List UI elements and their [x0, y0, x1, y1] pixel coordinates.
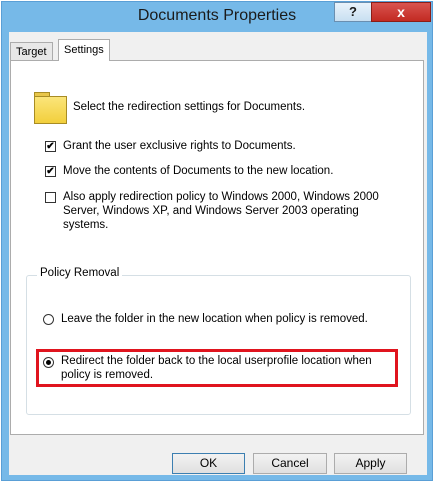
legacy-policy-label-line-1: Also apply redirection policy to Windows…: [63, 191, 379, 203]
settings-description: Select the redirection settings for Docu…: [73, 101, 306, 113]
legacy-policy-label-line-3: systems.: [63, 219, 109, 231]
apply-button[interactable]: Apply: [334, 453, 407, 474]
tab-strip: Target Settings: [9, 37, 427, 61]
settings-panel: Select the redirection settings for Docu…: [10, 60, 424, 435]
tab-target[interactable]: Target: [10, 42, 53, 61]
title-bar[interactable]: Documents Properties ? x: [2, 2, 432, 30]
properties-dialog: Documents Properties ? x Target Settings…: [1, 1, 433, 481]
close-button[interactable]: x: [371, 2, 431, 22]
leave-folder-radio[interactable]: [43, 314, 54, 325]
exclusive-rights-checkbox[interactable]: ✔: [45, 141, 56, 152]
folder-icon: [34, 92, 67, 124]
dialog-client-area: Target Settings Select the redirection s…: [9, 32, 427, 475]
move-contents-label: Move the contents of Documents to the ne…: [63, 165, 334, 177]
tab-settings[interactable]: Settings: [58, 39, 110, 61]
policy-removal-group: [26, 275, 411, 415]
legacy-policy-checkbox[interactable]: [45, 192, 56, 203]
cancel-button[interactable]: Cancel: [253, 453, 327, 474]
move-contents-checkbox[interactable]: ✔: [45, 166, 56, 177]
legacy-policy-label-line-2: Server, Windows XP, and Windows Server 2…: [63, 205, 359, 217]
leave-folder-label: Leave the folder in the new location whe…: [61, 313, 368, 325]
ok-button[interactable]: OK: [172, 453, 245, 474]
help-button[interactable]: ?: [334, 2, 372, 22]
highlight-box: [36, 349, 398, 387]
exclusive-rights-label: Grant the user exclusive rights to Docum…: [63, 140, 296, 152]
policy-removal-legend: Policy Removal: [37, 267, 123, 279]
